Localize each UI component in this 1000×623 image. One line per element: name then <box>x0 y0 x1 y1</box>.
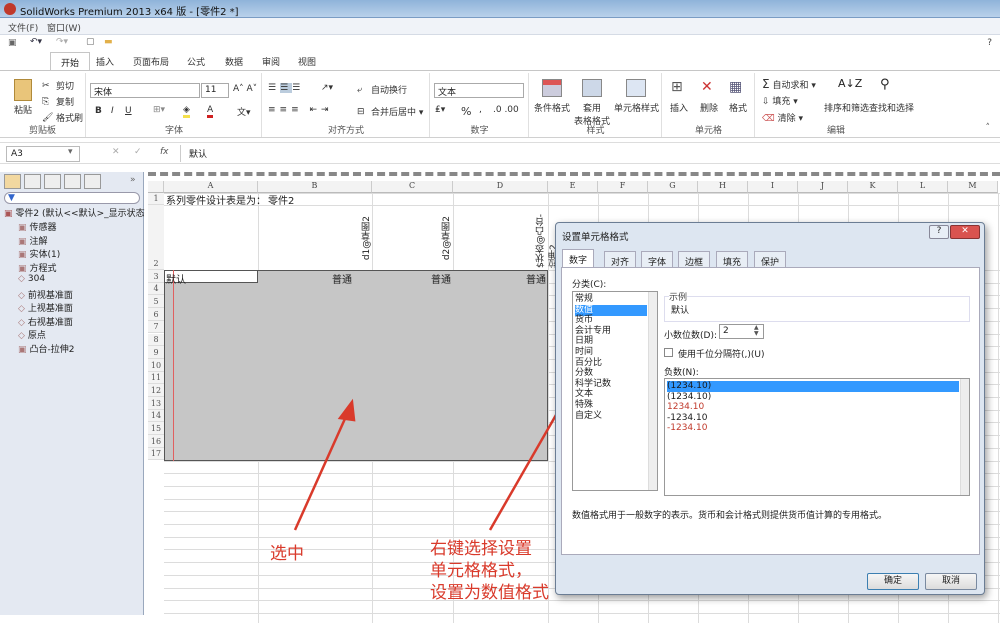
negative-format-option[interactable]: 1234.10 <box>667 402 959 413</box>
category-item[interactable]: 日期 <box>575 336 647 347</box>
arrow-to-selection <box>295 412 348 530</box>
category-scrollbar[interactable] <box>648 292 657 490</box>
negative-list[interactable]: (1234.10)(1234.10)1234.10-1234.10-1234.1… <box>664 378 970 496</box>
close-button[interactable]: ✕ <box>950 225 980 239</box>
negative-format-option[interactable]: (1234.10) <box>667 381 959 392</box>
thousands-checkbox[interactable] <box>664 348 673 357</box>
negative-format-option[interactable]: -1234.10 <box>667 413 959 424</box>
ok-button[interactable]: 确定 <box>867 573 919 590</box>
sample-value: 默认 <box>665 306 689 316</box>
tab-2[interactable]: 字体 <box>641 251 673 268</box>
negative-format-option[interactable]: -1234.10 <box>667 423 959 434</box>
category-item[interactable]: 常规 <box>575 294 647 305</box>
tab-5[interactable]: 保护 <box>754 251 786 268</box>
tab-3[interactable]: 边框 <box>678 251 710 268</box>
category-item[interactable]: 文本 <box>575 389 647 400</box>
category-item[interactable]: 数值 <box>575 305 647 316</box>
dialog-title: 设置单元格格式 <box>562 229 629 243</box>
dialog-body: 分类(C): 常规数值货币会计专用日期时间百分比分数科学记数文本特殊自定义 示例… <box>561 267 980 555</box>
decimals-label: 小数位数(D): <box>664 328 717 341</box>
negative-scrollbar[interactable] <box>960 379 969 495</box>
category-item[interactable]: 时间 <box>575 347 647 358</box>
category-label: 分类(C): <box>572 277 606 290</box>
thousands-label: 使用千位分隔符(,)(U) <box>678 347 765 360</box>
category-list[interactable]: 常规数值货币会计专用日期时间百分比分数科学记数文本特殊自定义 <box>572 291 658 491</box>
annotation-instruction: 右键选择设置 单元格格式， 设置为数值格式 <box>430 538 549 604</box>
spinner-arrows-icon[interactable]: ▲▼ <box>754 325 759 337</box>
format-cells-dialog: 设置单元格格式 ? ✕ 数字对齐字体边框填充保护 分类(C): 常规数值货币会计… <box>555 222 985 595</box>
tab-1[interactable]: 对齐 <box>604 251 636 268</box>
help-button[interactable]: ? <box>929 225 949 239</box>
category-item[interactable]: 自定义 <box>575 411 647 422</box>
instruction-line: 设置为数值格式 <box>430 582 549 604</box>
format-description: 数值格式用于一般数字的表示。货币和会计格式则提供货币值计算的专用格式。 <box>572 508 887 521</box>
instruction-line: 单元格格式， <box>430 560 549 582</box>
category-item[interactable]: 分数 <box>575 368 647 379</box>
sample-label: 示例 <box>669 290 687 303</box>
cancel-button[interactable]: 取消 <box>925 573 977 590</box>
tab-4[interactable]: 填充 <box>716 251 748 268</box>
sample-box: 示例 默认 <box>664 290 970 322</box>
negative-label: 负数(N): <box>664 365 699 378</box>
annotation-select: 选中 <box>270 543 304 565</box>
category-item[interactable]: 特殊 <box>575 400 647 411</box>
negative-format-option[interactable]: (1234.10) <box>667 392 959 403</box>
instruction-line: 右键选择设置 <box>430 538 549 560</box>
tab-0[interactable]: 数字 <box>562 249 594 268</box>
category-item[interactable]: 百分比 <box>575 358 647 369</box>
category-item[interactable]: 货币 <box>575 315 647 326</box>
